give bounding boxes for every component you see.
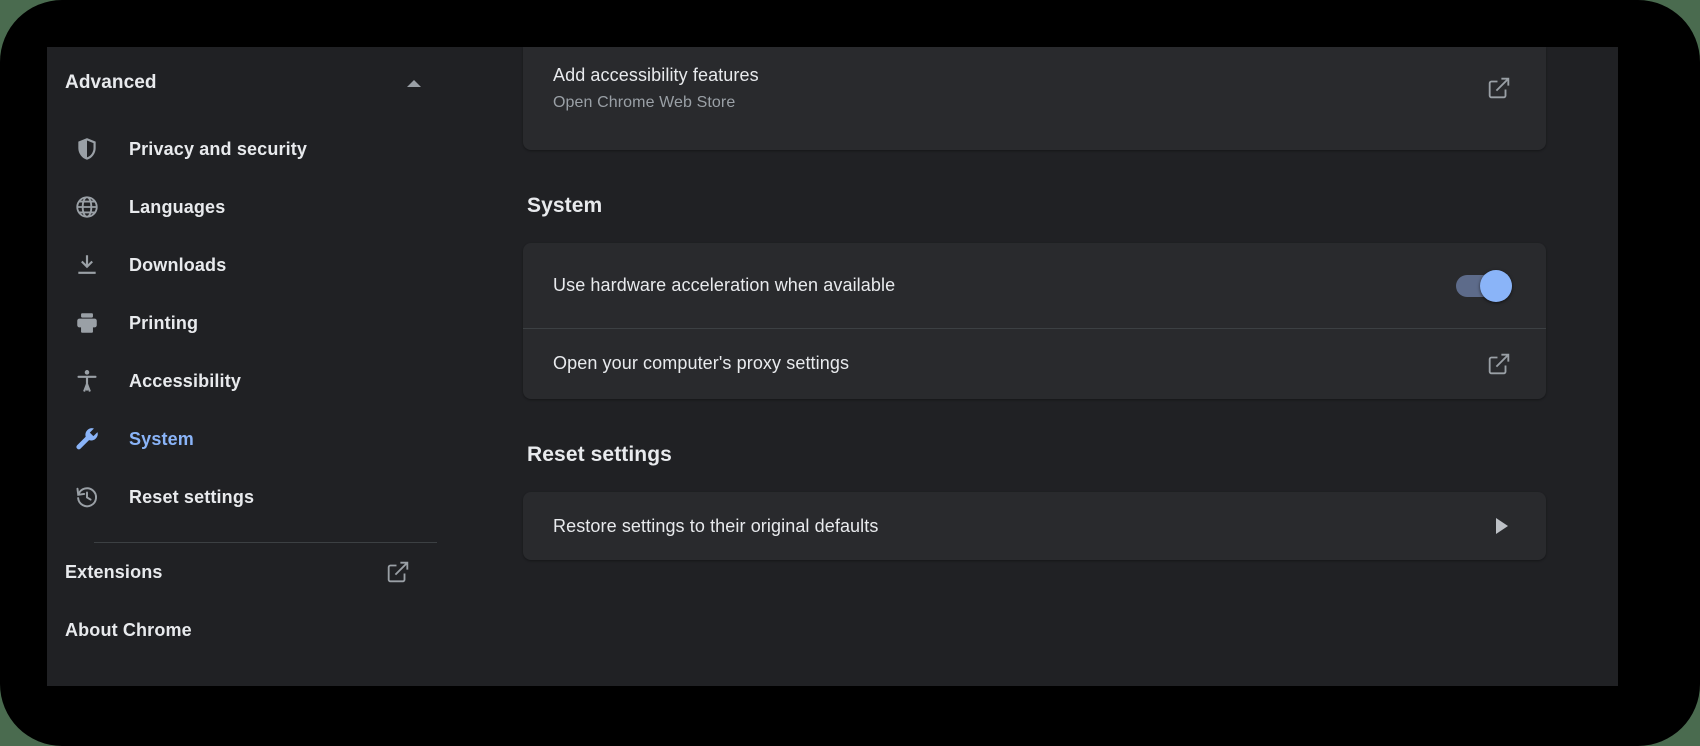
globe-icon xyxy=(65,194,109,220)
sidebar-item-label: Extensions xyxy=(65,561,163,582)
download-icon xyxy=(65,252,109,278)
row-title: Add accessibility features xyxy=(553,65,759,85)
sidebar-advanced-header[interactable]: Advanced xyxy=(47,59,461,107)
sidebar-item-label: About Chrome xyxy=(65,619,192,640)
external-link-icon[interactable] xyxy=(1486,75,1512,101)
section-heading-reset-settings: Reset settings xyxy=(527,443,672,466)
chrome-settings-window: Advanced Privacy and security Languages … xyxy=(47,47,1618,686)
sidebar-item-label: Downloads xyxy=(129,254,227,275)
sidebar-item-privacy-and-security[interactable]: Privacy and security xyxy=(47,120,461,178)
shield-icon xyxy=(65,136,109,162)
external-link-icon[interactable] xyxy=(1486,351,1512,377)
row-open-proxy-settings[interactable]: Open your computer's proxy settings xyxy=(523,328,1546,399)
accessibility-icon xyxy=(65,368,109,394)
settings-main-content: Add accessibility features Open Chrome W… xyxy=(461,47,1618,686)
sidebar-nav-list: Privacy and security Languages Downloads… xyxy=(47,120,461,526)
chevron-right-glyph xyxy=(1496,518,1508,534)
sidebar-item-reset-settings[interactable]: Reset settings xyxy=(47,468,461,526)
row-title: Restore settings to their original defau… xyxy=(553,515,879,536)
sidebar-item-label: Languages xyxy=(129,196,226,217)
external-link-icon[interactable] xyxy=(385,559,411,585)
sidebar-item-label: Reset settings xyxy=(129,486,255,507)
printer-icon xyxy=(65,310,109,336)
settings-sidebar: Advanced Privacy and security Languages … xyxy=(47,47,461,686)
toggle-knob xyxy=(1480,269,1512,302)
sidebar-item-extensions[interactable]: Extensions xyxy=(47,543,461,601)
row-restore-settings-to-defaults[interactable]: Restore settings to their original defau… xyxy=(523,492,1546,560)
sidebar-item-about-chrome[interactable]: About Chrome xyxy=(47,601,461,659)
chevron-right-icon[interactable] xyxy=(1496,518,1512,534)
row-texts: Use hardware acceleration when available xyxy=(553,275,1456,296)
row-texts: Restore settings to their original defau… xyxy=(553,516,1496,537)
sidebar-item-label: Printing xyxy=(129,312,199,333)
sidebar-item-label: System xyxy=(129,428,194,449)
row-action xyxy=(1456,269,1512,302)
section-heading-system: System xyxy=(527,194,603,217)
sidebar-item-printing[interactable]: Printing xyxy=(47,294,461,352)
device-frame: Advanced Privacy and security Languages … xyxy=(0,0,1700,746)
system-card: Use hardware acceleration when available… xyxy=(523,243,1546,399)
row-texts: Open your computer's proxy settings xyxy=(553,353,1486,374)
history-restore-icon xyxy=(65,484,109,510)
hardware-acceleration-toggle[interactable] xyxy=(1456,269,1512,302)
reset-settings-card: Restore settings to their original defau… xyxy=(523,492,1546,560)
row-use-hardware-acceleration[interactable]: Use hardware acceleration when available xyxy=(523,243,1546,328)
row-subtitle: Open Chrome Web Store xyxy=(553,94,736,111)
row-texts: Add accessibility features Open Chrome W… xyxy=(553,65,1486,112)
sidebar-item-label: Privacy and security xyxy=(129,138,308,159)
accessibility-card: Add accessibility features Open Chrome W… xyxy=(523,47,1546,150)
sidebar-item-downloads[interactable]: Downloads xyxy=(47,236,461,294)
row-add-accessibility-features[interactable]: Add accessibility features Open Chrome W… xyxy=(523,47,1546,150)
sidebar-item-label: Accessibility xyxy=(129,370,242,391)
sidebar-item-accessibility[interactable]: Accessibility xyxy=(47,352,461,410)
sidebar-advanced-label: Advanced xyxy=(65,72,157,93)
wrench-icon xyxy=(65,426,109,452)
row-title: Use hardware acceleration when available xyxy=(553,275,896,295)
sidebar-item-languages[interactable]: Languages xyxy=(47,178,461,236)
caret-up-icon[interactable] xyxy=(407,79,421,87)
sidebar-item-system[interactable]: System xyxy=(47,410,461,468)
row-title: Open your computer's proxy settings xyxy=(553,353,850,373)
